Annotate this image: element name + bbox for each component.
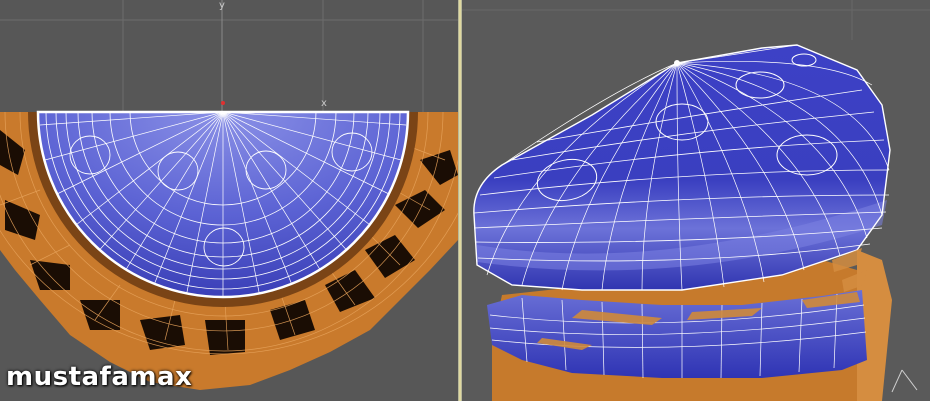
viewport-perspective[interactable] <box>462 0 930 401</box>
pivot-marker <box>221 101 225 105</box>
app-window: y x mustafamax <box>0 0 930 401</box>
axis-label-x: x <box>321 98 327 109</box>
viewport-top-view[interactable]: y x <box>0 0 458 401</box>
axis-tripod-icon <box>891 369 918 393</box>
axis-label-y: y <box>219 0 225 11</box>
watermark-text: mustafamax <box>6 362 193 392</box>
blue-cap-dome <box>473 44 891 291</box>
grid-lines <box>0 0 458 112</box>
viewport-right-canvas <box>462 0 930 401</box>
viewport-left-canvas: y x <box>0 0 458 390</box>
